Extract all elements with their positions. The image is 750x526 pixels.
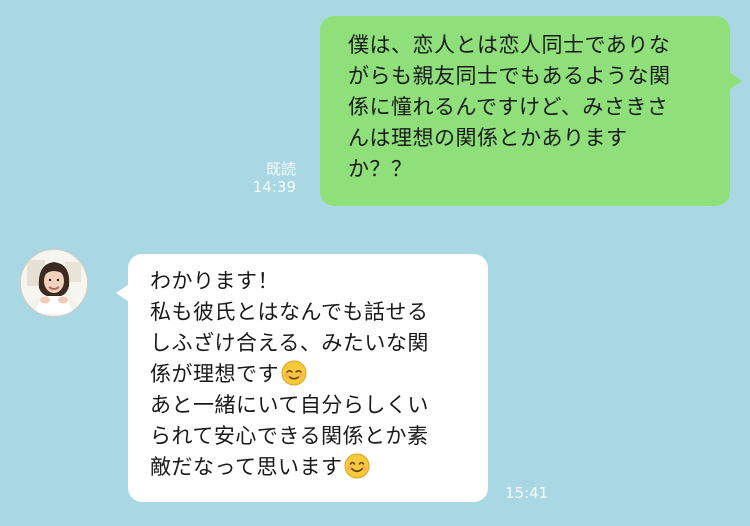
- incoming-message-bubble[interactable]: わかります！ 私も彼氏とはなんでも話せる しふざけ合える、みたいな関 係が理想で…: [116, 254, 488, 502]
- message-line: られて安心できる関係とか素: [150, 424, 429, 448]
- message-line: 私も彼氏とはなんでも話せる: [150, 300, 429, 324]
- message-time: 14:39: [252, 178, 296, 196]
- smiling-face-emoji: [344, 453, 370, 479]
- avatar-image: [21, 250, 87, 316]
- avatar[interactable]: [20, 249, 88, 317]
- message-text: 係が理想です: [150, 362, 279, 386]
- message-line: わかります！: [150, 269, 279, 293]
- read-receipt: 既読: [265, 160, 296, 178]
- message-time: 15:41: [505, 484, 549, 502]
- message-line: 係が理想です: [150, 359, 472, 390]
- message-line: んは理想の関係とかあります: [348, 126, 628, 150]
- message-line: 僕は、恋人とは恋人同士でありな: [348, 33, 671, 57]
- chat-area: 僕は、恋人とは恋人同士でありな がらも親友同士でもあるような関 係に憧れるんです…: [0, 0, 750, 526]
- message-line: しふざけ合える、みたいな関: [150, 331, 429, 355]
- outgoing-message-meta: 既読 14:39: [232, 160, 296, 196]
- message-text: 敵だなって思います: [150, 455, 343, 479]
- outgoing-message-bubble[interactable]: 僕は、恋人とは恋人同士でありな がらも親友同士でもあるような関 係に憧れるんです…: [320, 16, 742, 206]
- relieved-face-emoji: [281, 360, 307, 386]
- message-line: 係に憧れるんですけど、みさきさ: [348, 95, 669, 119]
- message-line: か？？: [348, 157, 413, 181]
- message-line: 敵だなって思います: [150, 452, 472, 483]
- message-line: あと一緒にいて自分らしくい: [150, 393, 429, 417]
- message-line: がらも親友同士でもあるような関: [348, 64, 671, 88]
